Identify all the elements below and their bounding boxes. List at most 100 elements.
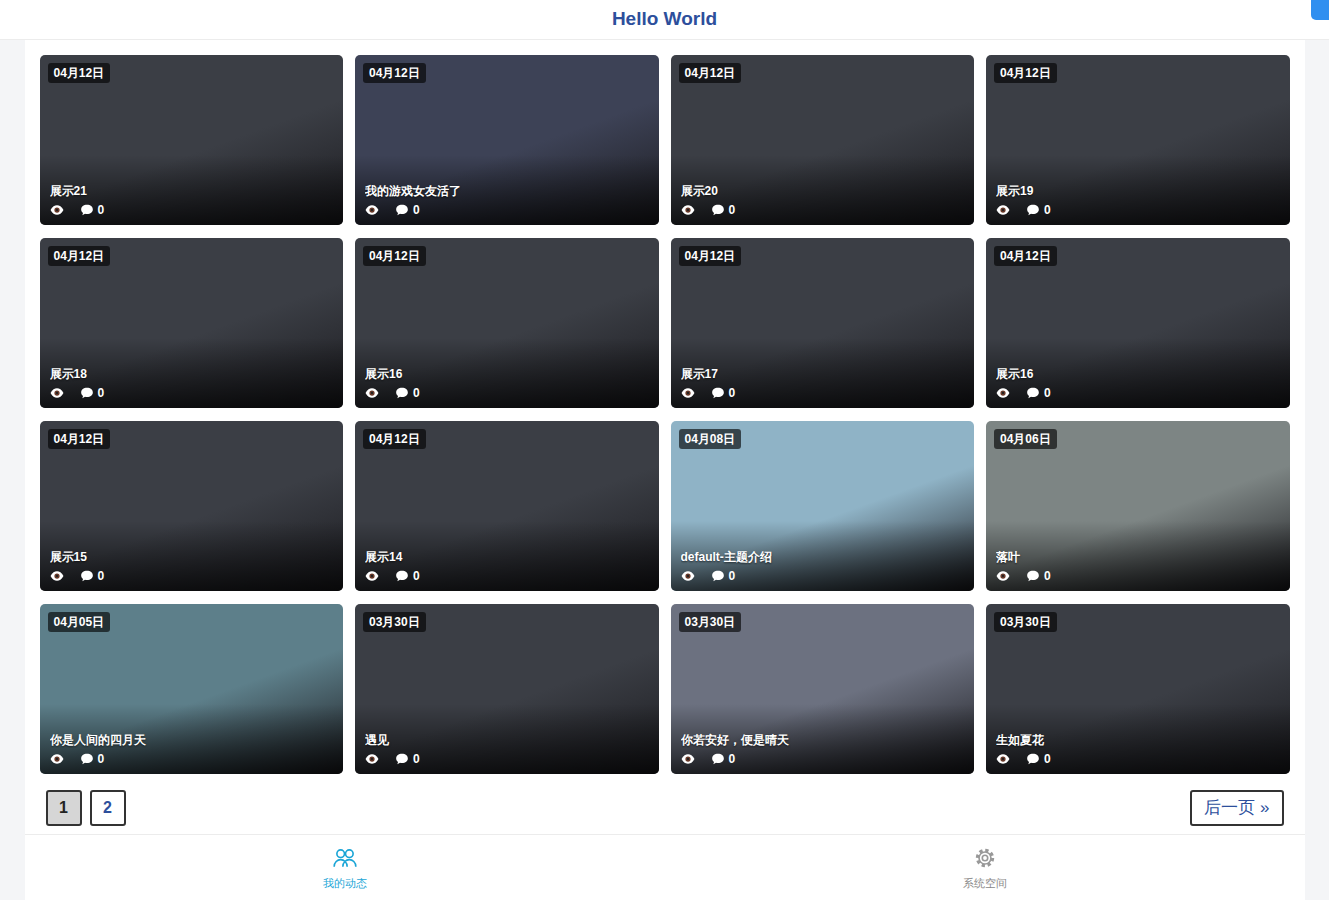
eye-icon xyxy=(681,569,695,583)
post-grid: 04月12日展示21004月12日我的游戏女友活了004月12日展示20004月… xyxy=(25,40,1305,774)
post-title[interactable]: 展示19 xyxy=(996,183,1280,199)
post-date: 04月12日 xyxy=(679,246,742,266)
post-card[interactable]: 04月12日展示14 0 xyxy=(355,421,659,591)
post-title[interactable]: 展示15 xyxy=(50,549,334,565)
eye-icon xyxy=(681,203,695,217)
post-date: 04月12日 xyxy=(48,429,111,449)
post-meta: 0 xyxy=(681,752,965,766)
comment-icon xyxy=(1026,569,1040,583)
post-card[interactable]: 04月05日你是人间的四月天 0 xyxy=(40,604,344,774)
eye-icon xyxy=(681,752,695,766)
top-bar: Hello World xyxy=(0,0,1329,40)
post-card[interactable]: 04月12日展示17 0 xyxy=(671,238,975,408)
comment-icon xyxy=(395,386,409,400)
post-card[interactable]: 04月12日展示21 0 xyxy=(40,55,344,225)
post-card[interactable]: 04月12日我的游戏女友活了0 xyxy=(355,55,659,225)
eye-icon xyxy=(50,386,64,400)
post-date: 04月12日 xyxy=(48,246,111,266)
post-title[interactable]: 展示18 xyxy=(50,366,334,382)
comment-icon xyxy=(711,203,725,217)
comment-count: 0 xyxy=(80,569,105,583)
post-title[interactable]: 我的游戏女友活了 xyxy=(365,183,649,199)
post-info: 展示21 0 xyxy=(50,183,334,217)
comment-icon xyxy=(711,386,725,400)
comment-count: 0 xyxy=(1026,386,1051,400)
post-card[interactable]: 03月30日遇见 0 xyxy=(355,604,659,774)
post-card[interactable]: 04月08日default-主题介绍0 xyxy=(671,421,975,591)
post-meta: 0 xyxy=(681,386,965,400)
post-info: 展示17 0 xyxy=(681,366,965,400)
post-date: 04月05日 xyxy=(48,612,111,632)
post-date: 04月12日 xyxy=(48,63,111,83)
post-card[interactable]: 04月12日展示15 0 xyxy=(40,421,344,591)
pagination: 12 后一页 » xyxy=(25,774,1305,834)
post-meta: 0 xyxy=(50,569,334,583)
post-info: 你是人间的四月天 0 xyxy=(50,732,334,766)
eye-icon xyxy=(996,203,1010,217)
post-info: 展示15 0 xyxy=(50,549,334,583)
comment-icon xyxy=(395,203,409,217)
post-title[interactable]: 你若安好，便是晴天 xyxy=(681,732,965,748)
post-info: 你若安好，便是晴天 0 xyxy=(681,732,965,766)
nav-item[interactable]: 系统空间 xyxy=(665,835,1305,900)
post-card[interactable]: 04月12日展示200 xyxy=(671,55,975,225)
comment-icon xyxy=(1026,752,1040,766)
post-info: 展示18 0 xyxy=(50,366,334,400)
post-card[interactable]: 04月12日展示18 0 xyxy=(40,238,344,408)
eye-icon xyxy=(365,569,379,583)
post-info: 展示16 0 xyxy=(365,366,649,400)
page-button[interactable]: 2 xyxy=(90,790,126,826)
post-meta: 0 xyxy=(365,569,649,583)
post-title[interactable]: 遇见 xyxy=(365,732,649,748)
comment-count: 0 xyxy=(80,386,105,400)
post-info: 遇见 0 xyxy=(365,732,649,766)
next-page-button[interactable]: 后一页 » xyxy=(1190,790,1283,826)
post-card[interactable]: 04月12日展示160 xyxy=(355,238,659,408)
eye-icon xyxy=(50,752,64,766)
post-title[interactable]: 展示16 xyxy=(365,366,649,382)
comment-icon xyxy=(1026,203,1040,217)
eye-icon xyxy=(996,569,1010,583)
post-card[interactable]: 03月30日生如夏花0 xyxy=(986,604,1290,774)
post-meta: 0 xyxy=(996,386,1280,400)
post-title[interactable]: 展示17 xyxy=(681,366,965,382)
comment-count: 0 xyxy=(80,203,105,217)
post-title[interactable]: 落叶 xyxy=(996,549,1280,565)
post-info: 展示14 0 xyxy=(365,549,649,583)
nav-label: 我的动态 xyxy=(323,875,367,892)
post-title[interactable]: 展示20 xyxy=(681,183,965,199)
comment-icon xyxy=(395,569,409,583)
post-title[interactable]: 展示14 xyxy=(365,549,649,565)
comment-icon xyxy=(395,752,409,766)
comment-count: 0 xyxy=(395,569,420,583)
page-button[interactable]: 1 xyxy=(46,790,82,826)
post-card[interactable]: 03月30日你若安好，便是晴天 0 xyxy=(671,604,975,774)
app-icon[interactable] xyxy=(1311,0,1329,20)
comment-count: 0 xyxy=(80,752,105,766)
post-title[interactable]: 展示21 xyxy=(50,183,334,199)
post-title[interactable]: 你是人间的四月天 xyxy=(50,732,334,748)
eye-icon xyxy=(996,386,1010,400)
post-date: 03月30日 xyxy=(363,612,426,632)
people-icon xyxy=(332,845,358,875)
post-date: 04月12日 xyxy=(994,63,1057,83)
site-title[interactable]: Hello World xyxy=(612,5,717,34)
post-title[interactable]: 生如夏花 xyxy=(996,732,1280,748)
post-title[interactable]: 展示16 xyxy=(996,366,1280,382)
post-info: 展示190 xyxy=(996,183,1280,217)
post-date: 04月12日 xyxy=(363,63,426,83)
post-card[interactable]: 04月06日落叶0 xyxy=(986,421,1290,591)
comment-count: 0 xyxy=(711,752,736,766)
post-title[interactable]: default-主题介绍 xyxy=(681,549,965,565)
post-date: 03月30日 xyxy=(679,612,742,632)
nav-item[interactable]: 我的动态 xyxy=(25,835,665,900)
post-info: 展示200 xyxy=(681,183,965,217)
gear-icon xyxy=(972,845,998,875)
post-meta: 0 xyxy=(365,386,649,400)
post-card[interactable]: 04月12日展示190 xyxy=(986,55,1290,225)
post-date: 04月12日 xyxy=(363,429,426,449)
post-meta: 0 xyxy=(50,203,334,217)
post-card[interactable]: 04月12日展示160 xyxy=(986,238,1290,408)
post-info: 展示16 0 xyxy=(996,366,1280,400)
post-meta: 0 xyxy=(365,752,649,766)
